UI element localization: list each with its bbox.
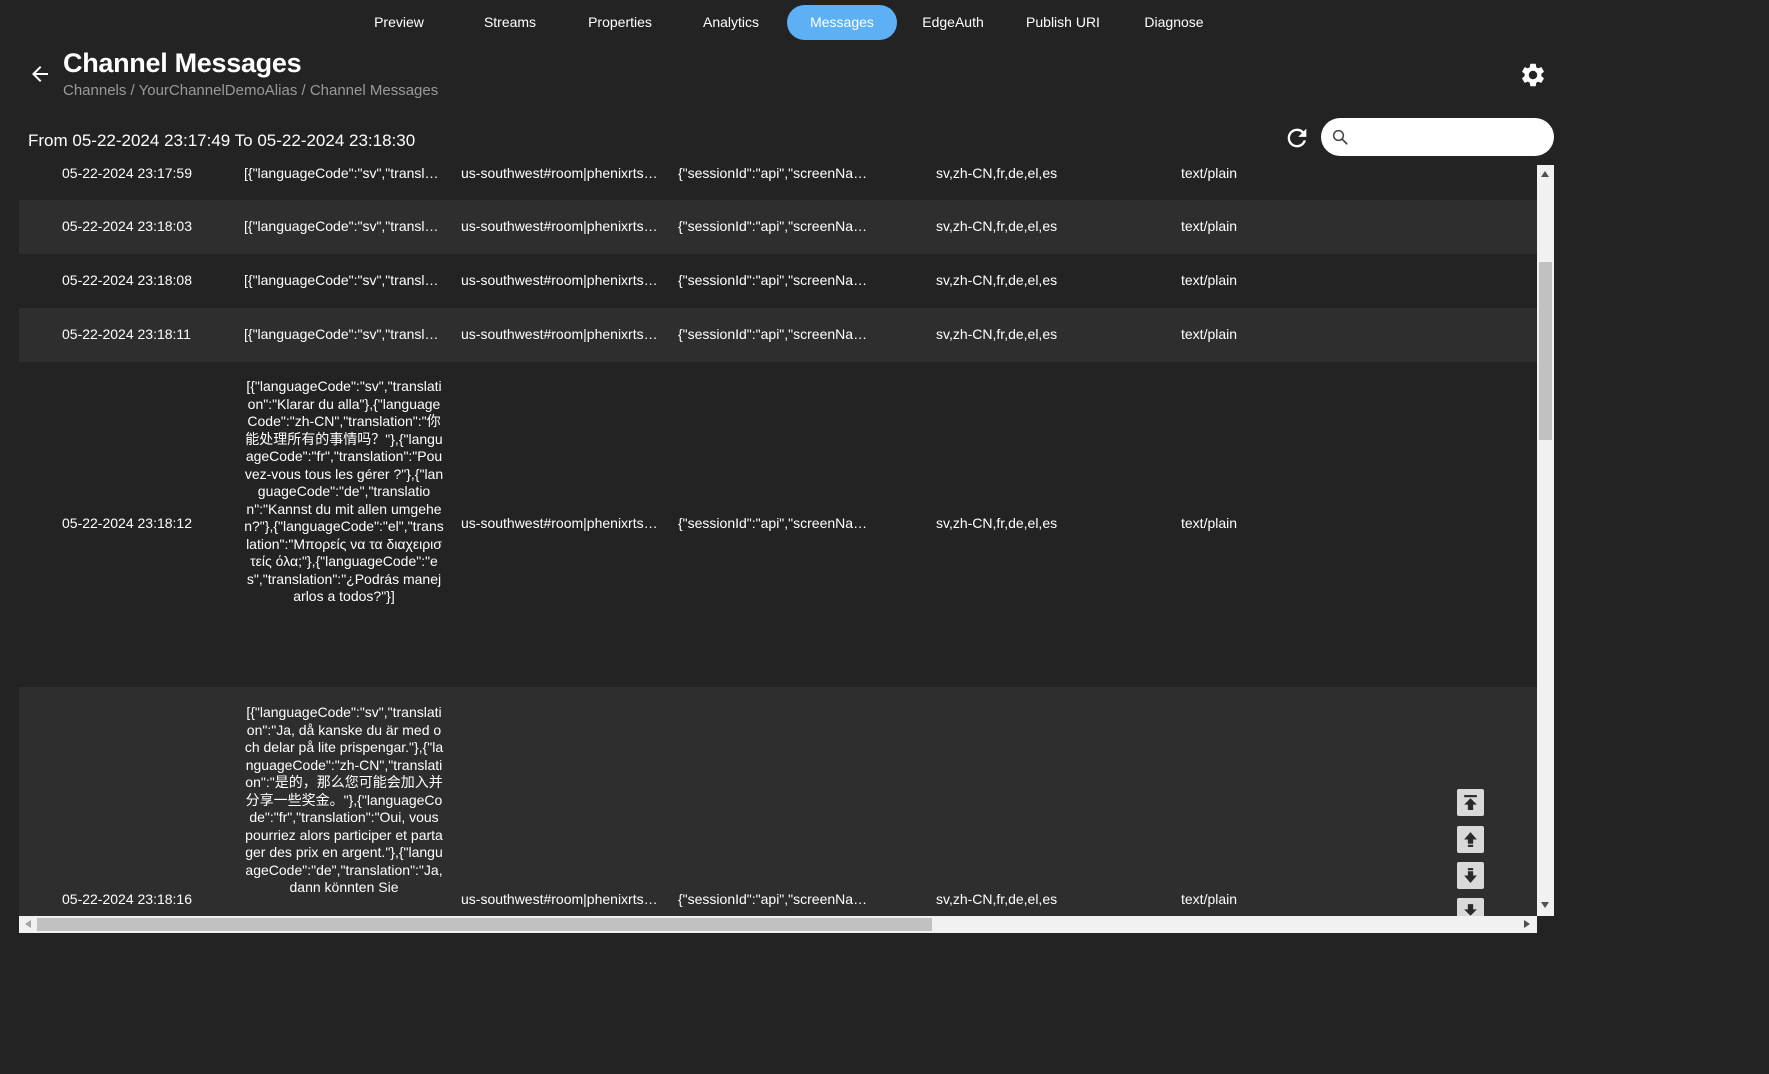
cell-channel: us-southwest#room|phenixrts…	[461, 272, 658, 288]
refresh-button[interactable]	[1283, 124, 1311, 152]
vertical-scrollbar[interactable]	[1537, 165, 1554, 916]
tab-messages[interactable]: Messages	[787, 5, 897, 40]
cell-tags: sv,zh-CN,fr,de,el,es	[936, 272, 1058, 288]
cell-tags: sv,zh-CN,fr,de,el,es	[936, 218, 1058, 234]
tab-bar: Preview Streams Properties Analytics Mes…	[0, 5, 1568, 41]
table-row[interactable]: 05-22-2024 23:18:16 [{"languageCode":"sv…	[19, 687, 1537, 916]
cell-body: [{"languageCode":"sv","translation":"Ja,…	[244, 704, 444, 895]
messages-table[interactable]: 05-22-2024 23:17:59 [{"languageCode":"sv…	[19, 165, 1537, 916]
page-title: Channel Messages	[63, 48, 302, 78]
horizontal-scroll-thumb[interactable]	[37, 918, 932, 931]
table-row[interactable]: 05-22-2024 23:18:12 [{"languageCode":"sv…	[19, 362, 1537, 687]
cell-mime-type: text/plain	[1181, 165, 1238, 181]
cell-body: [{"languageCode":"sv","translat…	[244, 326, 444, 342]
vertical-scroll-thumb[interactable]	[1539, 262, 1552, 440]
cell-from: {"sessionId":"api","screenNam…	[678, 272, 874, 288]
gear-icon	[1522, 63, 1544, 87]
cell-tags: sv,zh-CN,fr,de,el,es	[936, 165, 1058, 181]
table-row[interactable]: 05-22-2024 23:17:59 [{"languageCode":"sv…	[19, 165, 1537, 199]
cell-mime-type: text/plain	[1181, 272, 1238, 288]
cell-tags: sv,zh-CN,fr,de,el,es	[936, 891, 1058, 907]
cell-body: [{"languageCode":"sv","translat…	[244, 165, 444, 181]
cell-timestamp: 05-22-2024 23:18:16	[62, 891, 192, 907]
cell-mime-type: text/plain	[1181, 326, 1238, 342]
refresh-icon	[1287, 128, 1307, 148]
cell-channel: us-southwest#room|phenixrts…	[461, 326, 658, 342]
breadcrumb: Channels / YourChannelDemoAlias / Channe…	[63, 82, 439, 99]
page-up-button[interactable]	[1457, 826, 1484, 853]
page-up-icon	[1464, 832, 1477, 847]
tab-streams[interactable]: Streams	[455, 5, 565, 40]
tab-analytics[interactable]: Analytics	[676, 5, 786, 40]
search-box[interactable]	[1321, 118, 1554, 156]
table-row[interactable]: 05-22-2024 23:18:03 [{"languageCode":"sv…	[19, 200, 1537, 254]
cell-from: {"sessionId":"api","screenNam…	[678, 165, 874, 181]
horizontal-scrollbar[interactable]	[19, 916, 1537, 933]
cell-channel: us-southwest#room|phenixrts…	[461, 218, 658, 234]
cell-tags: sv,zh-CN,fr,de,el,es	[936, 515, 1058, 531]
cell-body: [{"languageCode":"sv","translation":"Kla…	[244, 378, 444, 604]
cell-from: {"sessionId":"api","screenNam…	[678, 891, 874, 907]
settings-button[interactable]	[1519, 61, 1547, 89]
tab-preview[interactable]: Preview	[344, 5, 454, 40]
cell-from: {"sessionId":"api","screenNam…	[678, 326, 874, 342]
cell-body: [{"languageCode":"sv","translat…	[244, 218, 444, 234]
page-down-icon	[1464, 868, 1477, 883]
search-input[interactable]	[1357, 124, 1546, 152]
scroll-to-top-button[interactable]	[1457, 789, 1484, 816]
cell-mime-type: text/plain	[1181, 218, 1238, 234]
cell-mime-type: text/plain	[1181, 515, 1238, 531]
cell-channel: us-southwest#room|phenixrts…	[461, 515, 658, 531]
cell-timestamp: 05-22-2024 23:18:03	[62, 218, 192, 234]
cell-from: {"sessionId":"api","screenNam…	[678, 515, 874, 531]
search-icon	[1332, 129, 1348, 145]
cell-from: {"sessionId":"api","screenNam…	[678, 218, 874, 234]
page-down-button[interactable]	[1457, 862, 1484, 889]
cell-timestamp: 05-22-2024 23:18:12	[62, 515, 192, 531]
cell-body: [{"languageCode":"sv","translat…	[244, 272, 444, 288]
tab-diagnose[interactable]: Diagnose	[1119, 5, 1229, 40]
table-row[interactable]: 05-22-2024 23:18:11 [{"languageCode":"sv…	[19, 308, 1537, 362]
table-row[interactable]: 05-22-2024 23:18:08 [{"languageCode":"sv…	[19, 254, 1537, 308]
back-button[interactable]	[28, 62, 52, 86]
cell-timestamp: 05-22-2024 23:18:11	[62, 326, 191, 342]
cell-tags: sv,zh-CN,fr,de,el,es	[936, 326, 1058, 342]
scroll-to-top-icon	[1464, 795, 1477, 810]
tab-properties[interactable]: Properties	[565, 5, 675, 40]
cell-mime-type: text/plain	[1181, 891, 1238, 907]
cell-channel: us-southwest#room|phenixrts…	[461, 891, 658, 907]
tab-publish-uri[interactable]: Publish URI	[1008, 5, 1118, 40]
cell-timestamp: 05-22-2024 23:18:08	[62, 272, 192, 288]
tab-edgeauth[interactable]: EdgeAuth	[898, 5, 1008, 40]
cell-timestamp: 05-22-2024 23:17:59	[62, 165, 192, 181]
date-range-label: From 05-22-2024 23:17:49 To 05-22-2024 2…	[28, 131, 416, 150]
arrow-left-icon	[32, 66, 48, 82]
cell-channel: us-southwest#room|phenixrts…	[461, 165, 658, 181]
